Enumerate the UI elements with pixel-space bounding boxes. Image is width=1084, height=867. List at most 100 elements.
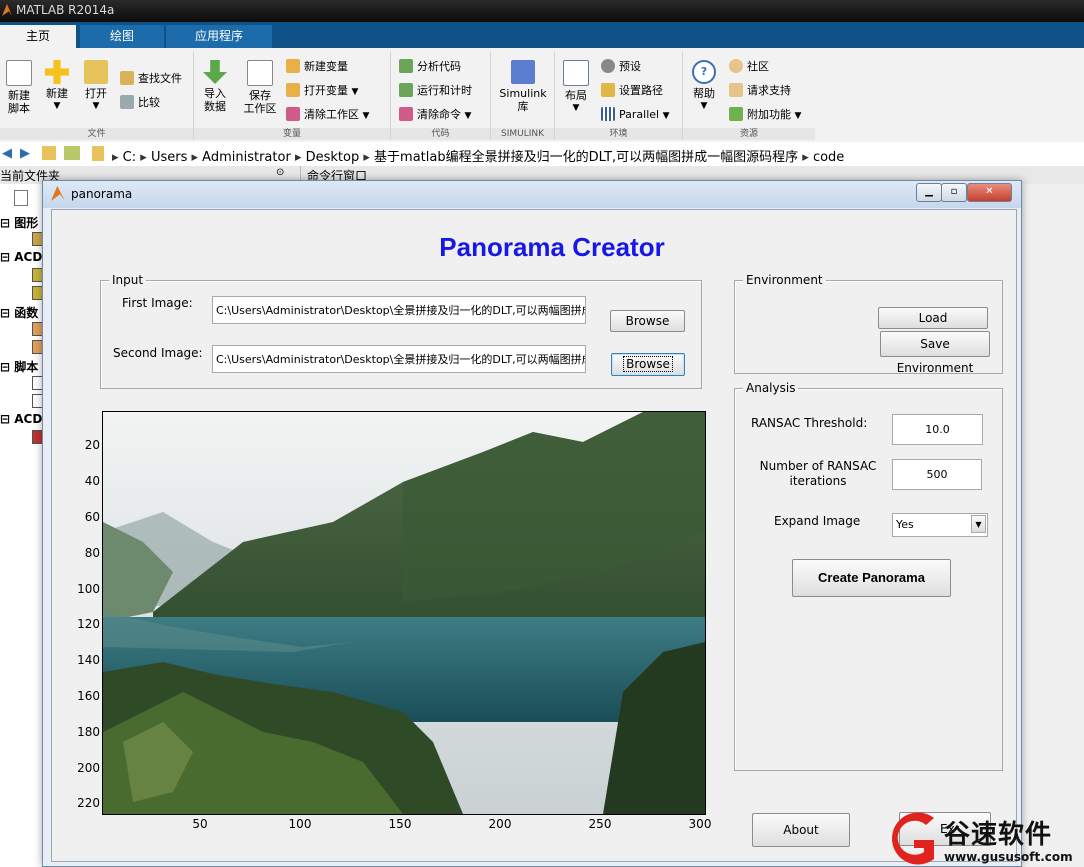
compare-icon (120, 95, 134, 109)
section-label-resources: 资源 (683, 128, 815, 140)
simulink-library-button[interactable]: Simulink 库 (496, 58, 550, 113)
browse-second-button[interactable]: Browse (611, 353, 685, 376)
ribbon-section-environment: 布局 ▼ 预设 设置路径 Parallel ▼ 环境 (555, 52, 683, 140)
tab-plots[interactable]: 绘图 (80, 25, 164, 48)
first-image-path-field[interactable]: C:\Users\Administrator\Desktop\全景拼接及归一化的… (212, 296, 586, 324)
addons-button[interactable]: 附加功能 ▼ (729, 105, 801, 125)
up-folder-icon[interactable] (42, 146, 56, 160)
x-tick-label: 300 (688, 817, 712, 831)
figure-window-title: panorama (71, 187, 133, 201)
section-label-simulink: SIMULINK (491, 128, 554, 140)
request-support-button[interactable]: 请求支持 (729, 81, 791, 101)
y-tick-label: 100 (77, 582, 100, 596)
compare-button[interactable]: 比较 (120, 93, 160, 113)
ribbon-section-resources: ? 帮助 ▼ 社区 请求支持 附加功能 ▼ 资源 (683, 52, 815, 140)
find-files-icon (120, 71, 134, 85)
x-tick-label: 200 (488, 817, 512, 831)
plus-icon (45, 60, 69, 84)
parallel-icon (601, 107, 615, 121)
section-label-environment: 环境 (555, 128, 682, 140)
maximize-button[interactable]: ▫ (941, 183, 967, 202)
matlab-title-bar: MATLAB R2014a (0, 0, 1084, 22)
gear-icon (601, 59, 615, 73)
clear-commands-icon (399, 107, 413, 121)
second-image-path-field[interactable]: C:\Users\Administrator\Desktop\全景拼接及归一化的… (212, 345, 586, 373)
watermark-url: www.gususoft.com (944, 850, 1073, 864)
minimize-button[interactable]: ▁ (916, 183, 942, 202)
y-tick-label: 180 (77, 725, 100, 739)
help-icon: ? (692, 60, 716, 84)
ribbon-section-code: 分析代码 运行和计时 清除命令 ▼ 代码 (391, 52, 491, 140)
group-functions[interactable]: ⊟ 函数 (0, 304, 38, 321)
layout-button[interactable]: 布局 ▼ (557, 58, 595, 115)
set-path-button[interactable]: 设置路径 (601, 81, 663, 101)
parallel-button[interactable]: Parallel ▼ (601, 105, 670, 125)
breadcrumb-item[interactable]: Users (151, 150, 187, 165)
about-button[interactable]: About (752, 813, 850, 847)
import-arrow-icon (203, 60, 227, 84)
section-label-file: 文件 (0, 128, 193, 140)
layout-icon (563, 60, 589, 86)
panel-menu-icon[interactable]: ⊙ (276, 167, 284, 178)
expand-image-select[interactable]: Yes ▼ (892, 513, 988, 537)
simulink-library-icon (511, 60, 535, 84)
close-button[interactable]: ✕ (967, 183, 1012, 202)
breadcrumb-item[interactable]: code (813, 150, 844, 165)
create-panorama-button[interactable]: Create Panorama (792, 559, 951, 597)
find-files-button[interactable]: 查找文件 (120, 69, 182, 89)
y-tick-label: 120 (77, 617, 100, 631)
x-tick-label: 150 (388, 817, 412, 831)
app-title: Panorama Creator (439, 232, 665, 262)
breadcrumb-item[interactable]: Administrator (202, 150, 291, 165)
ransac-iterations-input[interactable]: 500 (892, 459, 982, 490)
tab-home[interactable]: 主页 (0, 25, 76, 48)
new-script-icon (6, 60, 32, 86)
y-tick-label: 20 (84, 438, 100, 452)
breadcrumb-item[interactable]: 基于matlab编程全景拼接及归一化的DLT,可以两幅图拼成一幅图源码程序 (374, 150, 798, 165)
tab-apps[interactable]: 应用程序 (166, 25, 272, 48)
image-axes[interactable] (102, 411, 706, 815)
open-button[interactable]: 打开 ▼ (77, 58, 115, 113)
matlab-logo-icon (2, 4, 12, 16)
addons-icon (729, 107, 743, 121)
analysis-panel-title: Analysis (743, 381, 799, 395)
breadcrumb-item[interactable]: Desktop (306, 150, 360, 165)
forward-icon[interactable]: ▶ (20, 146, 30, 161)
new-button[interactable]: 新建 ▼ (38, 58, 76, 113)
matlab-figure-icon (51, 186, 65, 201)
clear-commands-button[interactable]: 清除命令 ▼ (399, 105, 471, 125)
ribbon-section-file: 新建 脚本 新建 ▼ 打开 ▼ 查找文件 比较 文件 (0, 52, 194, 140)
clear-workspace-button[interactable]: 清除工作区 ▼ (286, 105, 369, 125)
breadcrumb: ▸ C: ▸ Users ▸ Administrator ▸ Desktop ▸… (112, 150, 845, 165)
save-workspace-button[interactable]: 保存 工作区 (238, 58, 282, 115)
preferences-button[interactable]: 预设 (601, 57, 641, 77)
input-panel-title: Input (109, 273, 147, 287)
run-and-time-icon (399, 83, 413, 97)
help-button[interactable]: ? 帮助 ▼ (685, 58, 723, 113)
save-environment-button[interactable]: Save Environment (880, 331, 990, 375)
new-variable-button[interactable]: 新建变量 (286, 57, 348, 77)
watermark: 谷速软件 www.gususoft.com (884, 810, 1084, 867)
section-label-code: 代码 (391, 128, 490, 140)
import-data-button[interactable]: 导入 数据 (196, 58, 234, 113)
new-script-button[interactable]: 新建 脚本 (0, 58, 38, 115)
analyze-code-button[interactable]: 分析代码 (399, 57, 461, 77)
browse-first-button[interactable]: Browse (610, 310, 685, 332)
breadcrumb-item[interactable]: C: (123, 150, 136, 165)
open-variable-button[interactable]: 打开变量 ▼ (286, 81, 358, 101)
y-tick-label: 40 (84, 474, 100, 488)
load-environment-button[interactable]: Load Environment (878, 307, 988, 345)
browse-folder-icon[interactable] (64, 146, 80, 160)
back-icon[interactable]: ◀ (2, 146, 12, 161)
chevron-down-icon[interactable]: ▼ (971, 515, 986, 533)
y-tick-label: 140 (77, 653, 100, 667)
run-and-time-button[interactable]: 运行和计时 (399, 81, 472, 101)
y-tick-label: 80 (84, 546, 100, 560)
ransac-threshold-input[interactable]: 10.0 (892, 414, 983, 445)
group-figures[interactable]: ⊟ 图形 (0, 214, 38, 231)
environment-panel: Environment Load Environment Save Enviro… (734, 273, 1003, 375)
community-button[interactable]: 社区 (729, 57, 769, 77)
ribbon: 新建 脚本 新建 ▼ 打开 ▼ 查找文件 比较 文件 导入 数据 保存 工作区 新建… (0, 48, 1084, 143)
clear-workspace-icon (286, 107, 300, 121)
group-scripts[interactable]: ⊟ 脚本 (0, 358, 38, 375)
